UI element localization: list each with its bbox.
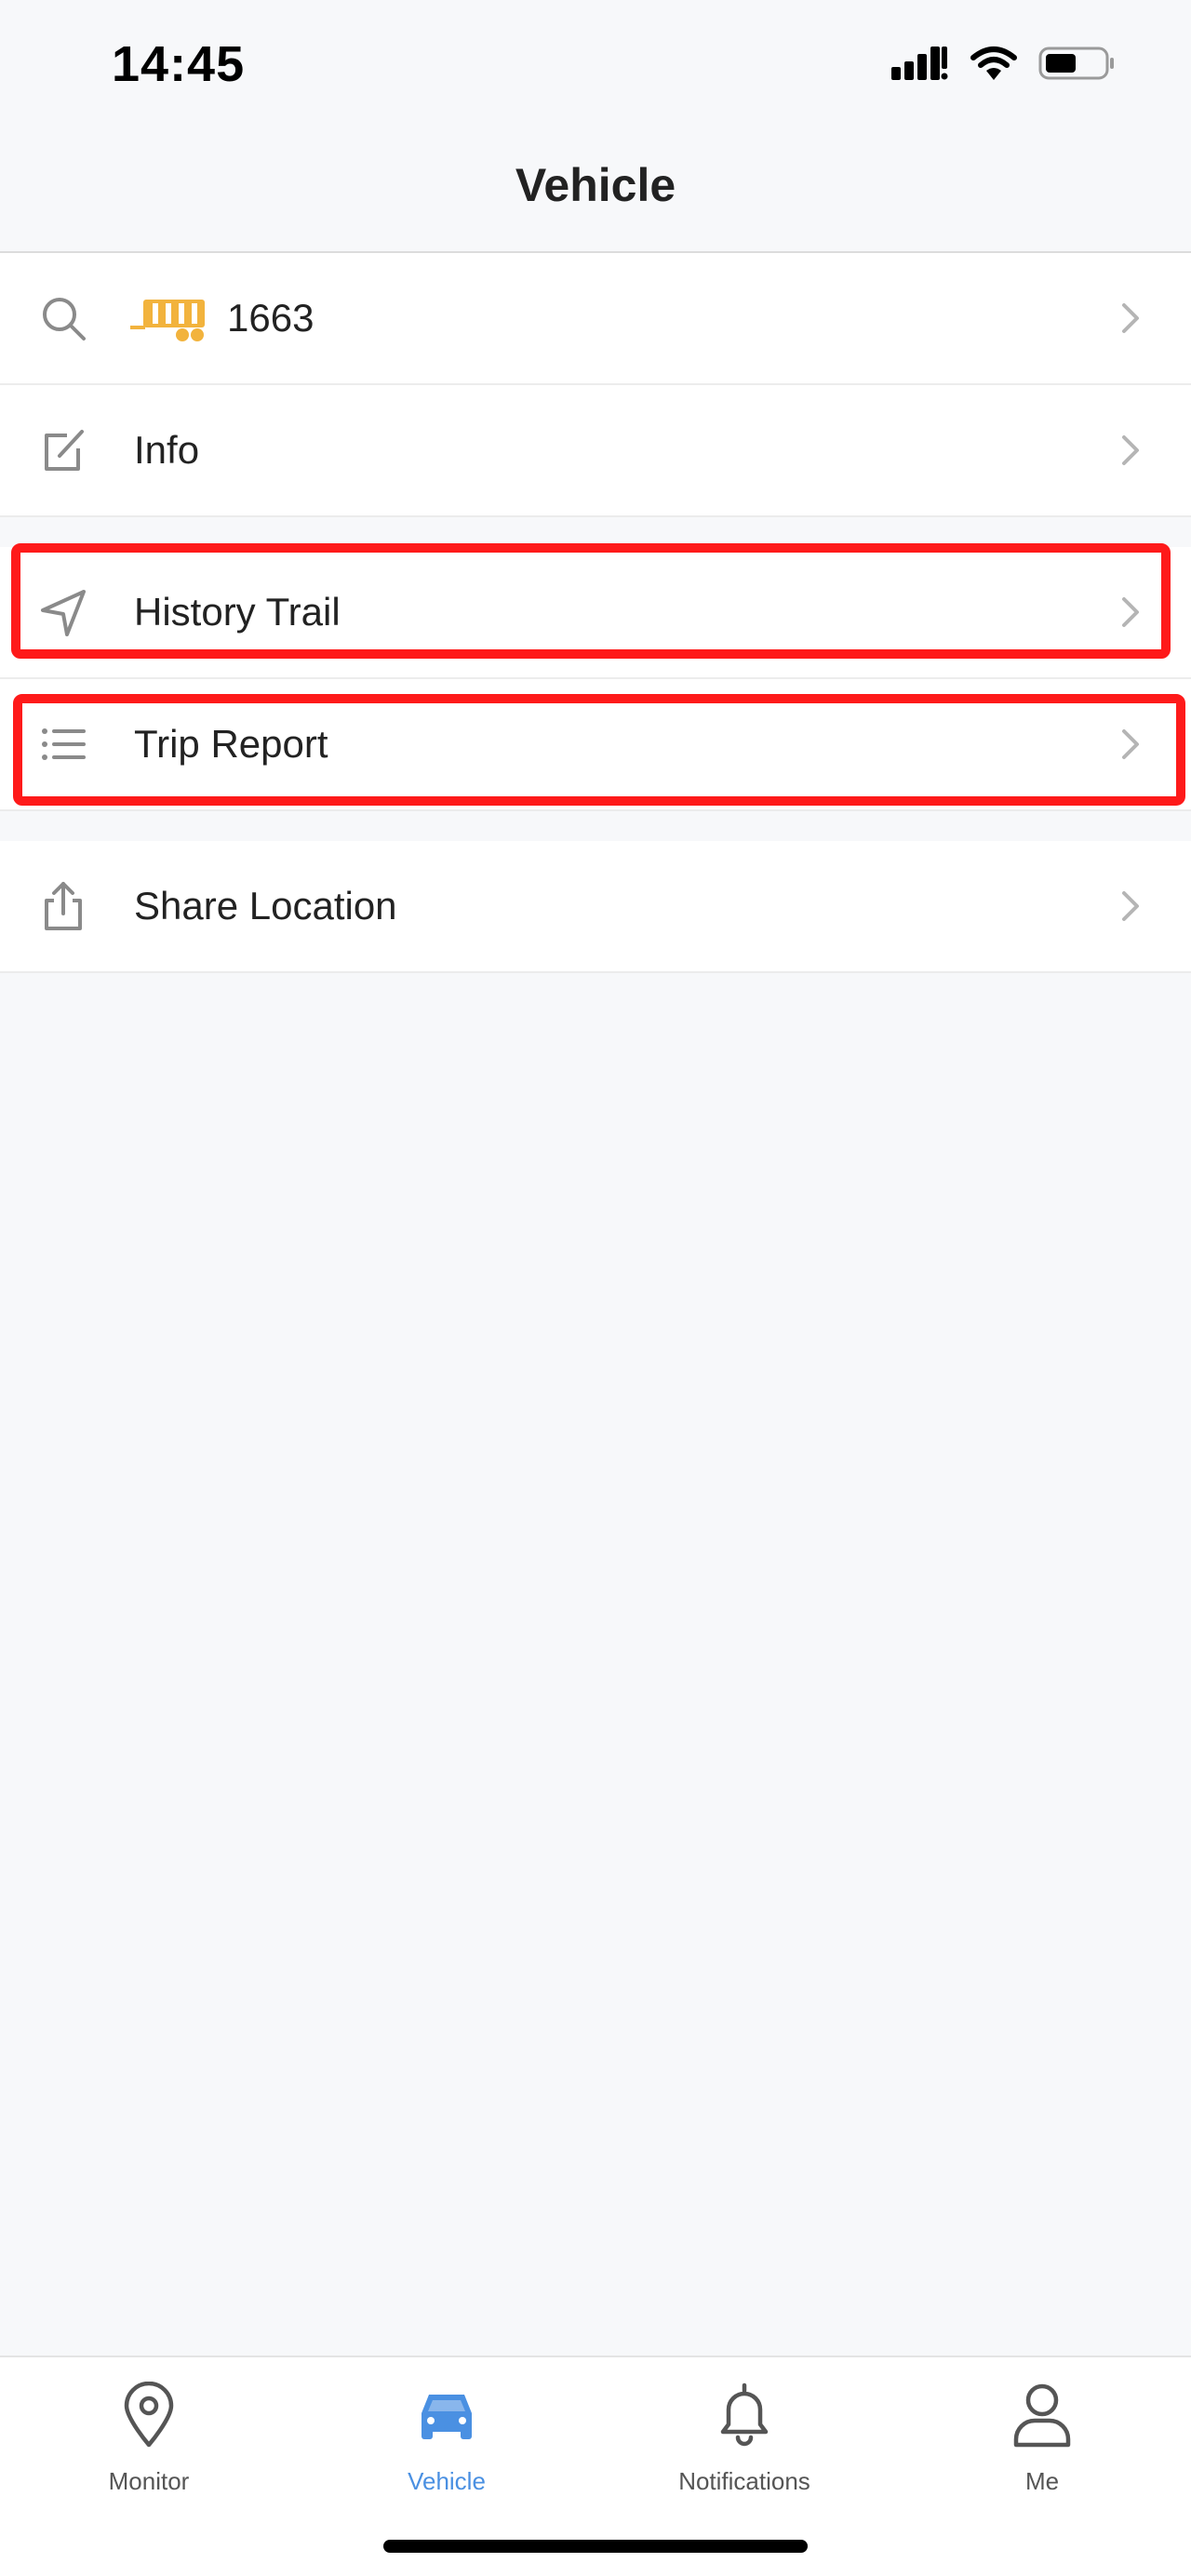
vehicle-search-row[interactable]: 1663 [0, 253, 1191, 385]
signal-icon [891, 47, 948, 80]
share-location-label: Share Location [134, 884, 397, 928]
status-time: 14:45 [112, 36, 246, 92]
tab-me[interactable]: Me [893, 2357, 1191, 2506]
chevron-right-icon [1122, 597, 1139, 627]
home-indicator [383, 2540, 808, 2553]
location-pin-icon [112, 2378, 186, 2452]
status-icons [891, 45, 1117, 82]
navigation-arrow-icon [37, 586, 89, 638]
battery-icon [1038, 47, 1114, 80]
trip-report-label: Trip Report [134, 722, 328, 766]
history-trail-row[interactable]: History Trail [0, 547, 1191, 679]
info-row[interactable]: Info [0, 385, 1191, 517]
chevron-right-icon [1122, 303, 1139, 333]
search-icon [37, 292, 89, 344]
info-label: Info [134, 428, 200, 472]
tab-notifications-label: Notifications [678, 2467, 810, 2495]
wifi-icon [970, 47, 1017, 80]
tab-me-label: Me [1024, 2467, 1060, 2495]
vehicle-number: 1663 [227, 296, 314, 340]
tab-monitor[interactable]: Monitor [0, 2357, 298, 2506]
share-location-row[interactable]: Share Location [0, 841, 1191, 973]
chevron-right-icon [1122, 729, 1139, 759]
history-trail-label: History Trail [134, 590, 341, 634]
bell-icon [707, 2378, 782, 2452]
list-icon [37, 718, 89, 770]
tab-notifications[interactable]: Notifications [596, 2357, 893, 2506]
tab-vehicle[interactable]: Vehicle [298, 2357, 596, 2506]
navigation-bar: Vehicle [0, 130, 1191, 253]
edit-icon [37, 424, 89, 476]
tab-monitor-label: Monitor [108, 2467, 190, 2495]
trailer-icon [130, 300, 205, 341]
page-title: Vehicle [515, 159, 676, 211]
car-icon [409, 2378, 484, 2452]
share-icon [37, 880, 89, 932]
tab-vehicle-label: Vehicle [408, 2467, 486, 2495]
vehicle-screen: 14:45 Vehicle 1663 Info History Trail Tr… [0, 0, 1191, 2576]
status-bar: 14:45 [0, 0, 1191, 130]
trip-report-row[interactable]: Trip Report [0, 679, 1191, 811]
chevron-right-icon [1122, 435, 1139, 465]
chevron-right-icon [1122, 891, 1139, 921]
person-icon [1005, 2378, 1079, 2452]
